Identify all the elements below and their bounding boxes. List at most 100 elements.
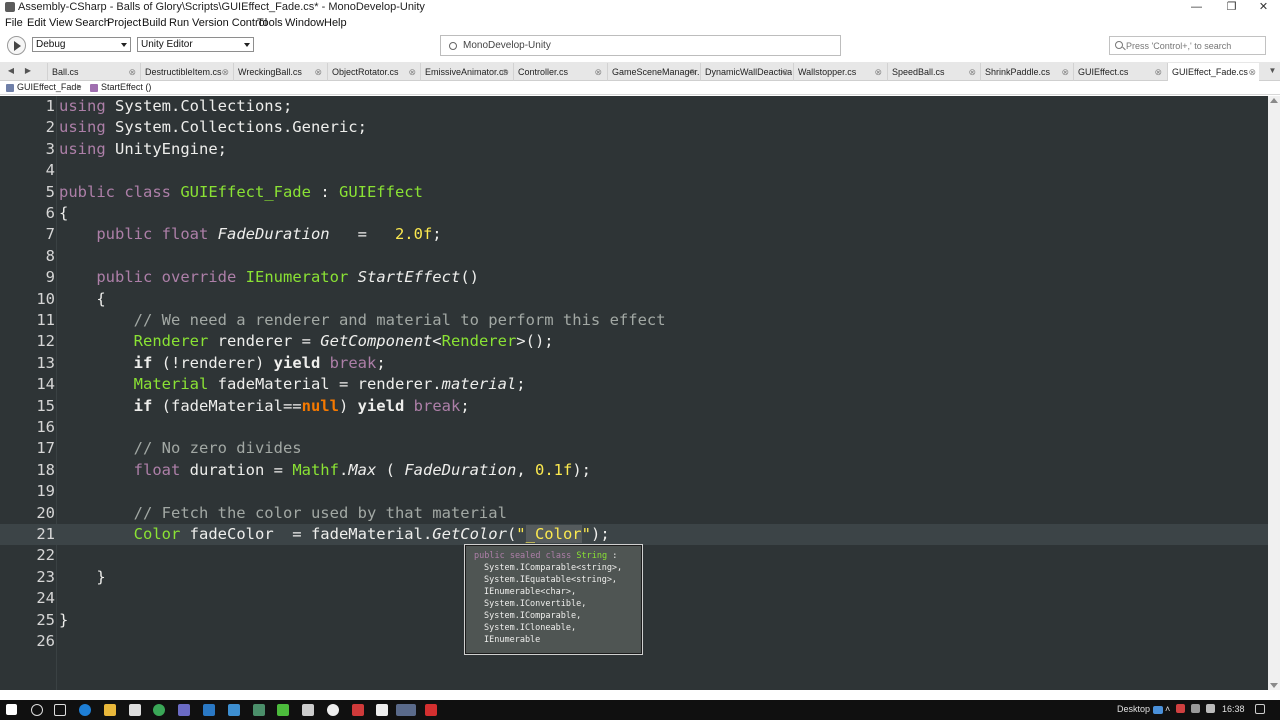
title-bar: Assembly-CSharp - Balls of Glory\Scripts… [0,0,1280,15]
close-icon[interactable]: ⊗ [221,63,229,81]
close-icon[interactable]: ⊗ [594,63,602,81]
tab-wrecking-ball[interactable]: WreckingBall.cs ⊗ [233,63,325,81]
editor-scrollbar[interactable] [1268,96,1280,690]
menu-project[interactable]: Project [107,17,141,29]
maximize-button[interactable]: ❐ [1215,0,1248,15]
code-line: 16 [36,418,55,436]
tabs-back-icon[interactable]: ◀ [3,62,19,81]
search-icon[interactable] [31,704,43,716]
scroll-down-icon[interactable] [1270,683,1278,688]
unity-icon[interactable] [327,704,339,716]
tab-destructible-item[interactable]: DestructibleItem.cs ⊗ [140,63,232,81]
tooltip-line: System.IEquatable<string>, [484,575,618,585]
tab-dynamic-wall-deactivator[interactable]: DynamicWallDeactivator.cs⊗ [700,63,792,81]
run-button[interactable] [7,36,26,55]
chrome-icon[interactable] [153,704,165,716]
menu-bar: File Edit View Search Project Build Run … [0,15,1280,31]
tab-shrink-paddle[interactable]: ShrinkPaddle.cs ⊗ [980,63,1072,81]
close-icon[interactable]: ⊗ [968,63,976,81]
code-line: 11 // We need a renderer and material to… [36,311,666,329]
code-line: 2 using System.Collections.Generic; [45,118,367,137]
monodevelop-icon [5,2,15,12]
windows-start-icon[interactable] [6,704,17,715]
target-select[interactable]: Unity Editor [137,37,254,52]
menu-tools[interactable]: Tools [257,17,283,29]
tab-wallstopper[interactable]: Wallstopper.cs ⊗ [793,63,885,81]
current-code-line: 21 Color fadeColor = fadeMaterial.GetCol… [0,524,1268,545]
minimize-button[interactable]: — [1180,0,1213,15]
tooltip-line: IEnumerable [484,635,541,645]
tray-app-icon[interactable] [1176,704,1185,713]
app-icon[interactable] [302,704,314,716]
app-icon[interactable] [228,704,240,716]
menu-help[interactable]: Help [324,17,347,29]
code-line: 3 using UnityEngine; [45,139,227,158]
cloud-icon[interactable] [1153,706,1163,714]
code-line: 5 public class GUIEffect_Fade : GUIEffect [45,182,423,201]
app-icon[interactable] [203,704,215,716]
tab-gui-effect-fade[interactable]: GUIEffect_Fade.cs ⊗ [1167,63,1259,81]
search-input[interactable] [1126,39,1262,52]
close-icon[interactable]: ⊗ [501,63,509,81]
tab-controller[interactable]: Controller.cs ⊗ [513,63,605,81]
monodevelop-taskbar-icon[interactable] [396,704,416,716]
close-icon[interactable]: ⊗ [1248,63,1256,81]
desktop-label[interactable]: Desktop [1117,704,1150,714]
menu-window[interactable]: Window [285,17,324,29]
close-icon[interactable]: ⊗ [408,63,416,81]
close-icon[interactable]: ⊗ [874,63,882,81]
close-icon[interactable]: ⊗ [128,63,136,81]
close-icon[interactable]: ⊗ [688,63,696,81]
app-icon[interactable] [178,704,190,716]
search-box[interactable] [1109,36,1266,55]
tabs-overflow-icon[interactable]: ▼ [1265,62,1280,81]
status-bar: MonoDevelop-Unity [440,35,841,56]
breadcrumb-class[interactable]: GUIEffect_Fade [17,82,81,92]
file-explorer-icon[interactable] [104,704,116,716]
method-icon [90,84,98,92]
tab-game-scene-manager[interactable]: GameSceneManager.cs ⊗ [607,63,699,81]
menu-view[interactable]: View [49,17,73,29]
menu-version-control[interactable]: Version Control [192,17,267,29]
tabs-forward-icon[interactable]: ▶ [20,62,36,81]
menu-edit[interactable]: Edit [27,17,46,29]
chevron-up-icon[interactable]: ˄ [1165,704,1170,714]
tab-gui-effect[interactable]: GUIEffect.cs ⊗ [1073,63,1165,81]
tab-object-rotator[interactable]: ObjectRotator.cs ⊗ [327,63,419,81]
task-view-icon[interactable] [54,704,66,716]
wifi-icon[interactable] [1206,704,1215,713]
app-icon[interactable] [253,704,265,716]
menu-run[interactable]: Run [169,17,189,29]
document-tabs: ◀ ▶ Ball.cs ⊗ DestructibleItem.cs ⊗ Wrecki… [0,62,1280,81]
status-icon [449,42,457,50]
edge-icon[interactable] [79,704,91,716]
store-icon[interactable] [129,704,141,716]
clock[interactable]: 16:38 [1222,704,1245,714]
close-icon[interactable]: ⊗ [1061,63,1069,81]
app-icon[interactable] [352,704,364,716]
close-button[interactable]: ✕ [1247,0,1280,15]
window-title: Assembly-CSharp - Balls of Glory\Scripts… [18,1,425,13]
battery-icon[interactable] [1191,704,1200,713]
unity-icon[interactable] [376,704,388,716]
app-icon[interactable] [425,704,437,716]
tab-speed-ball[interactable]: SpeedBall.cs ⊗ [887,63,979,81]
close-icon[interactable]: ⊗ [314,63,322,81]
menu-search[interactable]: Search [75,17,110,29]
close-icon[interactable]: ⊗ [1154,63,1162,81]
breadcrumb-method[interactable]: StartEffect () [101,82,151,92]
code-line: 14 Material fadeMaterial = renderer.mate… [36,375,526,394]
chevron-down-icon [244,43,250,47]
code-line: 18 float duration = Mathf.Max ( FadeDura… [36,460,591,479]
tab-emissive-animator[interactable]: EmissiveAnimator.cs ⊗ [420,63,512,81]
tooltip-line: IEnumerable<char>, [484,587,577,597]
scroll-up-icon[interactable] [1270,98,1278,103]
app-icon[interactable] [277,704,289,716]
target-value: Unity Editor [141,39,193,50]
tab-ball[interactable]: Ball.cs ⊗ [47,63,139,81]
close-icon[interactable]: ⊗ [781,63,789,81]
menu-build[interactable]: Build [142,17,166,29]
notifications-icon[interactable] [1255,704,1265,714]
menu-file[interactable]: File [5,17,23,29]
configuration-select[interactable]: Debug [32,37,131,52]
